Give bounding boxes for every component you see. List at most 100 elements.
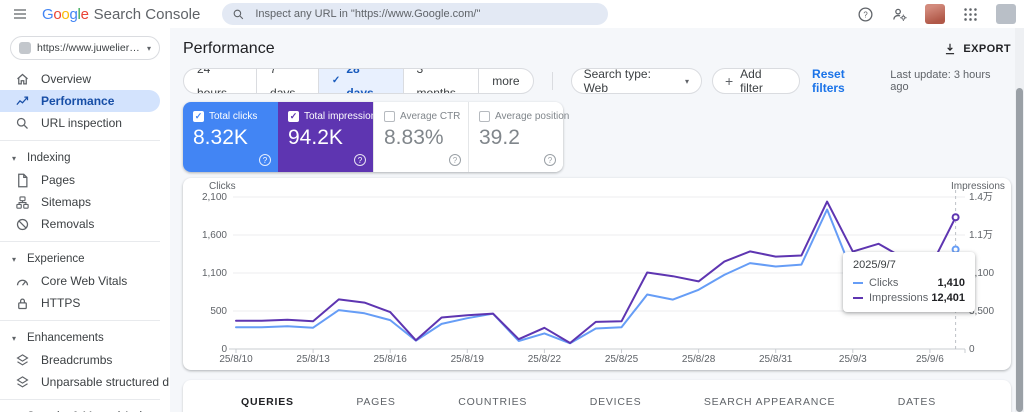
url-inspect-searchbar[interactable] <box>222 3 609 25</box>
date-range-28-days[interactable]: ✓ 28 days <box>317 69 403 93</box>
sidebar-item-removals[interactable]: Removals <box>0 213 160 235</box>
download-icon <box>946 43 955 55</box>
svg-text:?: ? <box>863 10 868 19</box>
home-icon <box>15 72 30 87</box>
tab-pages[interactable]: PAGES <box>356 396 395 408</box>
main-content: Performance EXPORT 24 hours 7 days ✓ 28 day… <box>170 28 1024 412</box>
right-axis-title: Impressions <box>951 181 1005 192</box>
user-avatar[interactable] <box>925 4 945 24</box>
x-axis-label: 25/8/28 <box>682 354 716 365</box>
sidebar-item-label: Sitemaps <box>41 195 92 209</box>
sidebar-section-indexing[interactable]: ▾ Indexing <box>0 147 170 169</box>
metric-label: Total impressions <box>304 111 382 122</box>
pages-icon <box>15 173 30 188</box>
metric-card-total-impressions[interactable]: ✓ Total impressions 94.2K? <box>278 102 381 172</box>
sidebar-item-core-web-vitals[interactable]: Core Web Vitals <box>0 270 160 292</box>
metric-label: Total clicks <box>209 111 258 122</box>
tooltip-row-clicks: Clicks 1,410 <box>853 277 965 289</box>
help-icon[interactable]: ? <box>354 154 366 166</box>
page-scrollbar[interactable] <box>1015 28 1024 412</box>
metric-header: ✓ Total impressions <box>288 111 381 122</box>
sidebar-item-overview[interactable]: Overview <box>0 68 160 90</box>
sidebar-section-experience[interactable]: ▾ Experience <box>0 248 170 270</box>
metric-card-total-clicks[interactable]: ✓ Total clicks 8.32K? <box>183 102 278 172</box>
help-icon[interactable]: ? <box>544 154 556 166</box>
sidebar-item-url-inspection[interactable]: URL inspection <box>0 112 160 134</box>
sidebar-item-unparsable-structured-d[interactable]: Unparsable structured d... <box>0 371 170 393</box>
sidebar-section-security-manual-actions[interactable]: ▸Security & Manual Actions <box>0 406 170 412</box>
sidebar-item-https[interactable]: HTTPS <box>0 292 160 314</box>
metric-label: Average position <box>495 111 570 122</box>
right-axis-tick: 0 <box>969 344 975 355</box>
tab-dates[interactable]: DATES <box>898 396 936 408</box>
account-settings-icon[interactable] <box>891 6 908 23</box>
x-axis-label: 25/8/10 <box>219 354 253 365</box>
help-icon[interactable]: ? <box>857 6 874 23</box>
tooltip-series-label: Impressions <box>869 292 929 304</box>
structured-data-icon <box>15 375 30 390</box>
tab-devices[interactable]: DEVICES <box>590 396 642 408</box>
sidebar-item-pages[interactable]: Pages <box>0 169 160 191</box>
sidebar-section-enhancements[interactable]: ▾ Enhancements <box>0 327 170 349</box>
checkbox-checked-icon[interactable]: ✓ <box>288 111 299 122</box>
date-range-more[interactable]: more <box>478 69 532 93</box>
apps-grid-icon[interactable] <box>962 6 979 23</box>
url-inspect-input[interactable] <box>253 7 599 21</box>
google-logo-text: Google <box>42 5 89 23</box>
date-range-7-days[interactable]: 7 days <box>256 69 318 93</box>
export-button[interactable]: EXPORT <box>943 42 1011 56</box>
date-range-label: 24 hours <box>197 68 228 94</box>
last-update-text: Last update: 3 hours ago <box>890 69 991 93</box>
sidebar-item-label: Performance <box>41 94 115 108</box>
date-range-3-months[interactable]: 3 months <box>402 68 479 94</box>
tab-search-appearance[interactable]: SEARCH APPEARANCE <box>704 396 835 408</box>
metric-value: 8.83% <box>384 126 444 149</box>
add-filter-label: Add filter <box>740 67 763 95</box>
search-type-dropdown[interactable]: Search type: Web ▾ <box>570 67 702 95</box>
tab-queries[interactable]: QUERIES <box>241 396 294 408</box>
sidebar-divider <box>0 320 160 321</box>
date-range-group: 24 hours 7 days ✓ 28 days 3 months more <box>183 68 534 94</box>
metric-header: ✓ Total clicks <box>193 111 278 122</box>
date-range-label: 3 months <box>416 68 456 94</box>
org-avatar[interactable] <box>996 4 1016 24</box>
sidebar-item-label: Core Web Vitals <box>41 274 128 288</box>
date-range-24-hours[interactable]: 24 hours <box>184 69 256 93</box>
reset-filters-link[interactable]: Reset filters <box>812 67 880 95</box>
checkbox-unchecked-icon[interactable] <box>384 111 395 122</box>
sidebar-item-performance[interactable]: Performance <box>0 90 160 112</box>
metric-value: 39.2 <box>479 126 520 149</box>
property-selector[interactable]: https://www.juweliersw... ▾ <box>10 36 160 60</box>
tooltip-row-impressions: Impressions 12,401 <box>853 292 965 304</box>
checkbox-unchecked-icon[interactable] <box>479 111 490 122</box>
help-icon[interactable]: ? <box>449 154 461 166</box>
core-web-vitals-icon <box>15 274 30 289</box>
sidebar-item-breadcrumbs[interactable]: Breadcrumbs <box>0 349 160 371</box>
metric-card-average-position[interactable]: Average position 39.2? <box>468 102 569 172</box>
sidebar-item-label: HTTPS <box>41 296 81 310</box>
sidebar-section-label: Indexing <box>27 152 71 164</box>
help-icon[interactable]: ? <box>259 154 271 166</box>
tab-countries[interactable]: COUNTRIES <box>458 396 527 408</box>
sidebar-nav: Overview Performance URL inspection ▾ Indexi… <box>0 68 170 412</box>
plus-icon: + <box>724 73 734 89</box>
add-filter-button[interactable]: + Add filter <box>711 67 801 95</box>
page-header: Performance EXPORT <box>183 36 1011 62</box>
filter-bar: 24 hours 7 days ✓ 28 days 3 months more Searc… <box>183 67 1011 95</box>
menu-icon[interactable] <box>12 6 28 22</box>
chevron-down-icon: ▾ <box>146 43 151 53</box>
scrollbar-thumb[interactable] <box>1016 88 1023 412</box>
metric-card-average-ctr[interactable]: Average CTR 8.83%? <box>373 102 468 172</box>
impressions-endpoint-marker <box>951 213 960 222</box>
property-favicon <box>19 42 31 54</box>
checkbox-checked-icon[interactable]: ✓ <box>193 111 204 122</box>
x-axis-label: 25/8/16 <box>374 354 408 365</box>
left-axis-title: Clicks <box>209 181 236 192</box>
performance-icon <box>15 94 30 109</box>
metric-label: Average CTR <box>400 111 461 122</box>
topbar: Google Search Console ? <box>0 0 1024 28</box>
metric-header: Average CTR <box>384 111 468 122</box>
removals-icon <box>15 217 30 232</box>
sidebar-item-sitemaps[interactable]: Sitemaps <box>0 191 160 213</box>
sidebar-item-label: Overview <box>41 72 92 86</box>
